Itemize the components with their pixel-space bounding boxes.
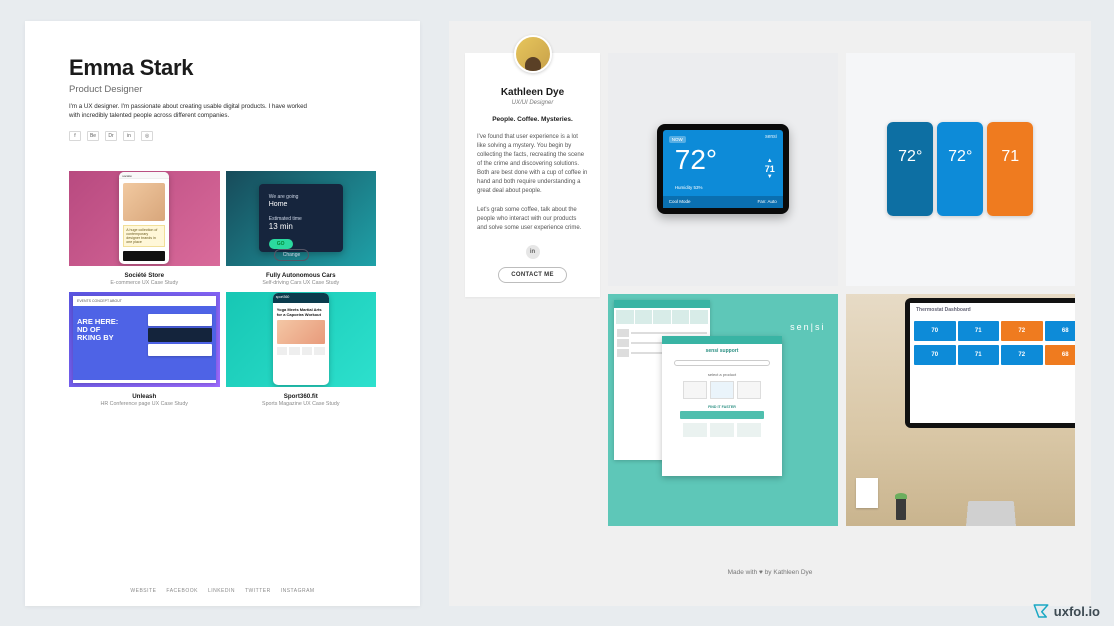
footer-link[interactable]: FACEBOOK bbox=[166, 588, 198, 594]
project-title: Fully Autonomous Cars bbox=[226, 272, 377, 279]
project-sub: Sports Magazine UX Case Study bbox=[226, 401, 377, 407]
facebook-icon[interactable]: f bbox=[69, 131, 81, 141]
mock-value: 71 bbox=[958, 345, 1000, 365]
mock-change-button: Change bbox=[274, 249, 310, 261]
projects-grid: société A huge collection of contemporar… bbox=[69, 171, 376, 407]
mock-mode: Cool Mode bbox=[663, 196, 723, 208]
gallery-tile[interactable]: NOW sensi 72° ▲ 71 ▼ Humidity 53% Cool M… bbox=[608, 53, 838, 286]
project-tile[interactable]: EVENTS CONCEPT ABOUT ARE HERE: ND OF RKI… bbox=[69, 292, 220, 407]
mock-badge: NOW bbox=[669, 136, 686, 143]
gallery-tile[interactable]: sen|si sensi suppor bbox=[608, 294, 838, 527]
uxfolio-brand[interactable]: uxfol.io bbox=[1032, 602, 1100, 620]
profile-card: Kathleen Dye UX/UI Designer People. Coff… bbox=[465, 53, 600, 297]
mock-value: 72 bbox=[1001, 321, 1043, 341]
person-title: Product Designer bbox=[69, 84, 376, 95]
bio-paragraph: Let's grab some coffee, talk about the p… bbox=[477, 206, 588, 233]
project-tile[interactable]: We are going Home Estimated time 13 min … bbox=[226, 171, 377, 286]
mock-device: NOW sensi 72° ▲ 71 ▼ Humidity 53% Cool M… bbox=[657, 124, 789, 214]
mock-text: RKING BY bbox=[77, 333, 114, 342]
gallery-tile[interactable]: Thermostat Dashboard 70 71 72 68 70 71 7… bbox=[846, 294, 1076, 527]
mock-label: We are going bbox=[269, 194, 333, 200]
project-title: Sport360.fit bbox=[226, 393, 377, 400]
person-bio: I'm a UX designer. I'm passionate about … bbox=[69, 103, 319, 121]
project-title: Société Store bbox=[69, 272, 220, 279]
social-row: f Be Dr in ◎ bbox=[69, 131, 376, 141]
mock-value: 70 bbox=[914, 321, 956, 341]
project-tile[interactable]: société A huge collection of contemporar… bbox=[69, 171, 220, 286]
mock-brand: société bbox=[119, 172, 169, 179]
mock-label: select a product bbox=[662, 368, 782, 381]
behance-icon[interactable]: Be bbox=[87, 131, 99, 141]
mock-value: 71 bbox=[958, 321, 1000, 341]
mock-nav: EVENTS CONCEPT ABOUT bbox=[73, 296, 216, 306]
mock-brand: sensi bbox=[765, 134, 777, 140]
mock-temperature: 72° bbox=[937, 122, 983, 216]
bio-paragraph: I've found that user experience is a lot… bbox=[477, 133, 588, 196]
mock-temperature: 72° bbox=[887, 122, 933, 216]
mock-value: 13 min bbox=[269, 222, 333, 231]
mock-temperature: 72° bbox=[675, 144, 717, 176]
mock-headline: Yoga Meets Martial Arts for a Capoeira W… bbox=[277, 307, 325, 317]
mock-label: FIND IT FASTER bbox=[662, 399, 782, 411]
project-sub: E-commerce UX Case Study bbox=[69, 280, 220, 286]
linkedin-icon[interactable]: in bbox=[526, 245, 540, 259]
mock-caption: A huge collection of contemporary design… bbox=[123, 225, 165, 247]
footer-link[interactable]: TWITTER bbox=[245, 588, 271, 594]
uxfolio-logo-icon bbox=[1032, 602, 1050, 620]
person-title: UX/UI Designer bbox=[477, 100, 588, 106]
mock-heading: sensi support bbox=[662, 344, 782, 358]
mock-card: We are going Home Estimated time 13 min … bbox=[259, 184, 343, 252]
mock-fan: Fan: Auto bbox=[723, 196, 783, 208]
portfolio-emma: Emma Stark Product Designer I'm a UX des… bbox=[25, 21, 420, 606]
mock-temperature: 71 bbox=[987, 122, 1033, 216]
footer-link[interactable]: LINKEDIN bbox=[208, 588, 235, 594]
mock-brand: sen|si bbox=[790, 322, 825, 332]
footer-link[interactable]: WEBSITE bbox=[130, 588, 156, 594]
mock-humidity: Humidity 53% bbox=[675, 185, 703, 190]
mock-value: Home bbox=[269, 201, 333, 208]
brand-text: uxfol.io bbox=[1054, 604, 1100, 619]
mock-site: EVENTS CONCEPT ABOUT ARE HERE: ND OF RKI… bbox=[73, 296, 216, 383]
project-sub: Self-driving Cars UX Case Study bbox=[226, 280, 377, 286]
person-name: Kathleen Dye bbox=[477, 87, 588, 98]
footer-links: WEBSITE FACEBOOK LINKEDIN TWITTER INSTAG… bbox=[25, 588, 420, 594]
linkedin-icon[interactable]: in bbox=[123, 131, 135, 141]
mock-title: Thermostat Dashboard bbox=[910, 303, 1075, 317]
dribbble-icon[interactable]: Dr bbox=[105, 131, 117, 141]
project-tile[interactable]: sport360 Yoga Meets Martial Arts for a C… bbox=[226, 292, 377, 407]
instagram-icon[interactable]: ◎ bbox=[141, 131, 153, 141]
avatar bbox=[514, 35, 552, 73]
project-sub: HR Conference page UX Case Study bbox=[69, 401, 220, 407]
mock-value: 68 bbox=[1045, 321, 1076, 341]
gallery-tile[interactable]: 72° 72° 71 bbox=[846, 53, 1076, 286]
mock-go-button: GO bbox=[269, 239, 293, 249]
person-name: Emma Stark bbox=[69, 55, 376, 81]
person-tagline: People. Coffee. Mysteries. bbox=[477, 116, 588, 123]
project-title: Unleash bbox=[69, 393, 220, 400]
contact-button[interactable]: CONTACT ME bbox=[498, 267, 567, 283]
mock-brand: sport360 bbox=[273, 293, 329, 303]
mock-target: 71 bbox=[765, 164, 775, 174]
mock-value: 68 bbox=[1045, 345, 1076, 365]
portfolio-kathleen: Kathleen Dye UX/UI Designer People. Coff… bbox=[449, 21, 1091, 606]
footer-link[interactable]: INSTAGRAM bbox=[281, 588, 315, 594]
mock-value: 72 bbox=[1001, 345, 1043, 365]
footer-credit: Made with ♥ by Kathleen Dye bbox=[449, 569, 1091, 576]
mock-value: 70 bbox=[914, 345, 956, 365]
gallery-grid: NOW sensi 72° ▲ 71 ▼ Humidity 53% Cool M… bbox=[608, 53, 1075, 526]
